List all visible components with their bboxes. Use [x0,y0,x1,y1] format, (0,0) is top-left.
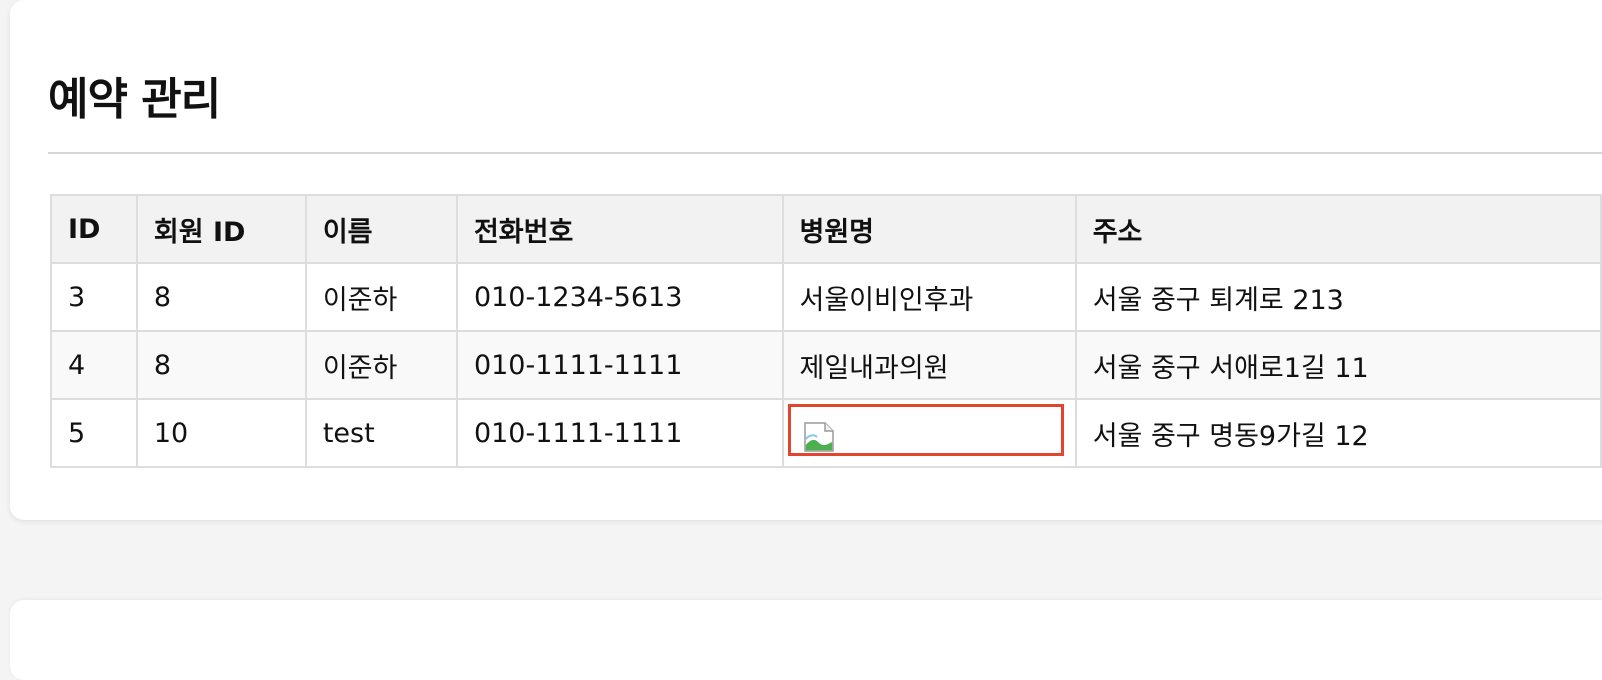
cell-id: 5 [50,398,138,468]
table-row: 4 8 이준하 010-1111-1111 제일내과의원 서울 중구 서애로1길… [50,330,1602,400]
header-hospital: 병원명 [781,194,1077,264]
cell-phone: 010-1234-5613 [455,262,784,332]
cell-address: 서울 중구 명동9가길 12 [1074,398,1602,468]
header-id: ID [50,194,138,264]
cell-member-id: 8 [135,262,307,332]
table-header-row: ID 회원 ID 이름 전화번호 병원명 주소 [50,194,1602,264]
highlighted-image-box[interactable] [787,404,1064,456]
table-row: 5 10 test 010-1111-1111 서울 중구 명동9가길 12 [50,398,1602,468]
cell-member-id: 8 [135,330,307,400]
cell-member-id: 10 [135,398,307,468]
page-title: 예약 관리 [48,74,221,125]
cell-name: test [304,398,458,468]
header-address: 주소 [1074,194,1602,264]
title-divider [48,152,1602,154]
cell-hospital: 서울이비인후과 [781,262,1077,332]
cell-phone: 010-1111-1111 [455,398,784,468]
cell-phone: 010-1111-1111 [455,330,784,400]
cell-hospital-image [781,398,1077,468]
next-card [10,600,1602,680]
broken-image-icon [803,422,834,452]
cell-id: 3 [50,262,138,332]
table-row: 3 8 이준하 010-1234-5613 서울이비인후과 서울 중구 퇴계로 … [50,262,1602,332]
header-name: 이름 [304,194,458,264]
header-member-id: 회원 ID [135,194,307,264]
reservation-table: ID 회원 ID 이름 전화번호 병원명 주소 3 8 이준하 010-1234… [50,194,1602,468]
cell-address: 서울 중구 서애로1길 11 [1074,330,1602,400]
cell-hospital: 제일내과의원 [781,330,1077,400]
cell-address: 서울 중구 퇴계로 213 [1074,262,1602,332]
cell-name: 이준하 [304,330,458,400]
cell-name: 이준하 [304,262,458,332]
cell-id: 4 [50,330,138,400]
header-phone: 전화번호 [455,194,784,264]
